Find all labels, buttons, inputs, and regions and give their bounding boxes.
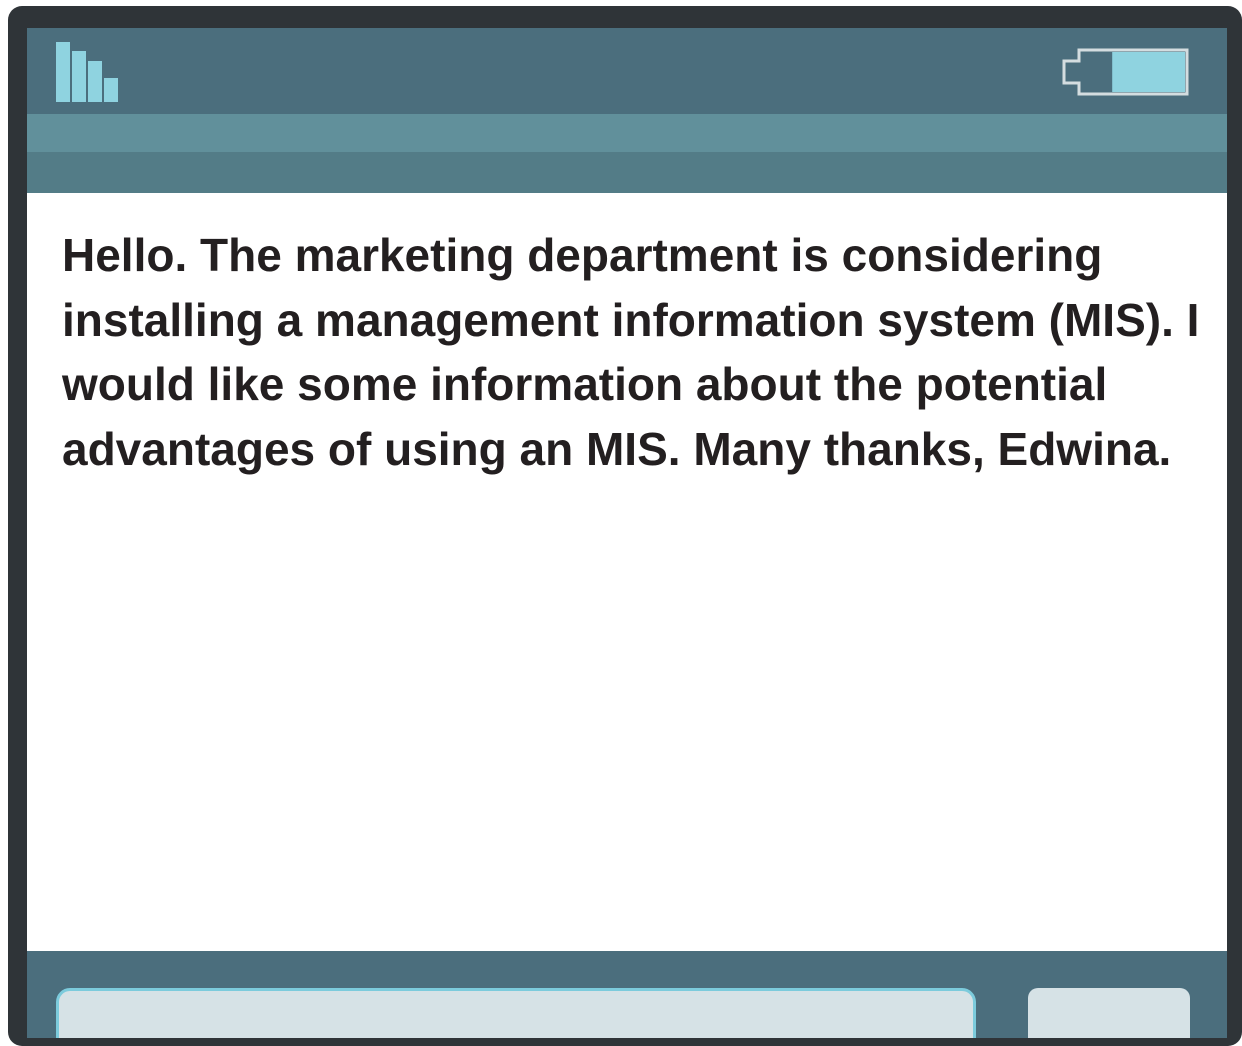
battery-level-fill [1112,52,1185,92]
send-button[interactable] [1028,988,1190,1038]
battery-icon [1062,48,1189,96]
header-band-dark [27,152,1227,193]
signal-strength-icon [56,42,118,102]
reply-bar [27,951,1227,1038]
phone-screen: Hello. The marketing department is consi… [27,28,1227,1038]
reply-input[interactable] [56,988,976,1038]
message-text: Hello. The marketing department is consi… [62,229,1200,475]
status-bar [27,28,1227,114]
header-band-light [27,114,1227,152]
phone-device-frame: Hello. The marketing department is consi… [8,6,1242,1046]
